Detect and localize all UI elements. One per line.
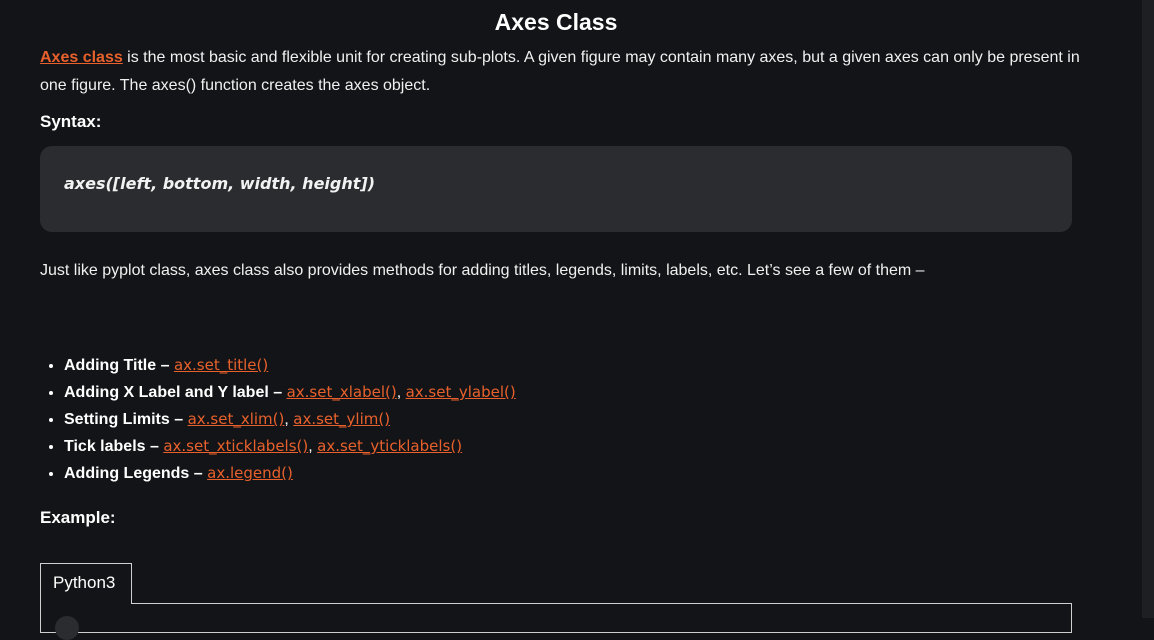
list-item: Tick labels – ax.set_xticklabels(), ax.s… [64, 433, 516, 460]
syntax-code-block: axes([left, bottom, width, height]) [40, 146, 1072, 232]
list-item: Adding X Label and Y label – ax.set_xlab… [64, 379, 516, 406]
axes-class-link[interactable]: Axes class [40, 49, 123, 66]
code-panel [40, 603, 1072, 640]
method-label: Setting Limits – [64, 411, 188, 428]
list-item: Adding Legends – ax.legend() [64, 460, 516, 487]
method-label: Adding Title – [64, 357, 174, 374]
list-item: Adding Title – ax.set_title() [64, 352, 516, 379]
method-label: Adding Legends – [64, 465, 208, 482]
method-link[interactable]: ax.set_xticklabels() [163, 437, 308, 455]
link-separator: , [396, 384, 406, 401]
link-separator: , [284, 411, 294, 428]
syntax-code: axes([left, bottom, width, height]) [64, 174, 376, 193]
method-link[interactable]: ax.set_title() [174, 356, 268, 374]
intro-text: is the most basic and flexible unit for … [40, 49, 1080, 94]
method-link[interactable]: ax.set_xlim() [188, 410, 285, 428]
tab-label: Python3 [53, 573, 116, 592]
tab-python3[interactable]: Python3 [40, 563, 132, 604]
method-link[interactable]: ax.set_ylim() [293, 410, 390, 428]
intro-paragraph: Axes class is the most basic and flexibl… [40, 44, 1080, 100]
method-link[interactable]: ax.set_yticklabels() [317, 437, 462, 455]
page-title: Axes Class [494, 9, 618, 35]
code-icon [55, 616, 79, 640]
method-label: Adding X Label and Y label – [64, 384, 287, 401]
method-link[interactable]: ax.set_xlabel() [287, 383, 397, 401]
page-scrollbar[interactable] [1142, 0, 1154, 618]
link-separator: , [308, 438, 318, 455]
methods-list: Adding Title – ax.set_title() Adding X L… [40, 352, 516, 487]
method-label: Tick labels – [64, 438, 164, 455]
list-item: Setting Limits – ax.set_xlim(), ax.set_y… [64, 406, 516, 433]
description-paragraph: Just like pyplot class, axes class also … [40, 262, 925, 279]
method-link[interactable]: ax.legend() [207, 464, 293, 482]
syntax-heading: Syntax: [40, 112, 102, 131]
example-heading: Example: [40, 508, 116, 527]
method-link[interactable]: ax.set_ylabel() [406, 383, 516, 401]
